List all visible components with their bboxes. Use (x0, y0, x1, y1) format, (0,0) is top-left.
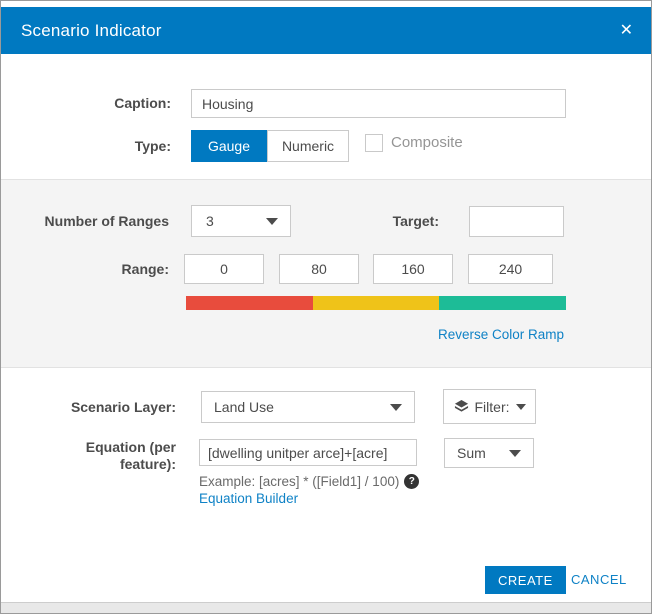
color-ramp (186, 296, 566, 310)
type-label: Type: (1, 130, 171, 162)
type-numeric-button[interactable]: Numeric (267, 130, 349, 162)
cancel-link[interactable]: CANCEL (571, 566, 627, 594)
reverse-color-ramp-link[interactable]: Reverse Color Ramp (438, 327, 564, 342)
chevron-down-icon (509, 450, 521, 457)
close-icon[interactable]: ✕ (620, 23, 633, 39)
create-button[interactable]: CREATE (485, 566, 566, 594)
filter-label: Filter: (475, 399, 510, 415)
caption-input[interactable] (191, 89, 566, 118)
range-input-4[interactable] (468, 254, 553, 284)
help-icon[interactable]: ? (404, 474, 419, 489)
chevron-down-icon (516, 404, 526, 410)
type-gauge-button[interactable]: Gauge (191, 130, 267, 162)
scenario-layer-label: Scenario Layer: (1, 391, 176, 423)
equation-example: Example: [acres] * ([Field1] / 100) ? (199, 474, 419, 489)
color-ramp-segment-yellow (313, 296, 440, 310)
layers-icon (454, 399, 469, 414)
equation-builder-link[interactable]: Equation Builder (199, 491, 298, 506)
equation-input[interactable] (199, 439, 417, 466)
chevron-down-icon (266, 218, 278, 225)
dialog-header: Scenario Indicator ✕ (1, 7, 651, 54)
target-label: Target: (339, 205, 439, 237)
scenario-layer-dropdown[interactable]: Land Use (201, 391, 415, 423)
ranges-panel: Number of Ranges 3 Target: Range: Revers… (1, 179, 651, 368)
number-of-ranges-label: Number of Ranges (1, 205, 169, 237)
composite-label: Composite (391, 134, 463, 152)
range-input-2[interactable] (279, 254, 359, 284)
dialog-title: Scenario Indicator (21, 21, 162, 41)
composite-checkbox[interactable] (365, 134, 383, 152)
color-ramp-segment-green (439, 296, 566, 310)
color-ramp-segment-red (186, 296, 313, 310)
number-of-ranges-value: 3 (206, 213, 214, 229)
chevron-down-icon (390, 404, 402, 411)
range-label: Range: (1, 254, 169, 284)
range-input-3[interactable] (373, 254, 453, 284)
scenario-layer-value: Land Use (214, 399, 274, 415)
aggregation-dropdown[interactable]: Sum (444, 438, 534, 468)
filter-button[interactable]: Filter: (443, 389, 536, 424)
target-input[interactable] (469, 206, 564, 237)
equation-label: Equation (per feature): (1, 439, 176, 473)
aggregation-value: Sum (457, 445, 486, 461)
scenario-indicator-dialog: Scenario Indicator ✕ Caption: Type: Gaug… (0, 0, 652, 614)
range-input-1[interactable] (184, 254, 264, 284)
number-of-ranges-dropdown[interactable]: 3 (191, 205, 291, 237)
caption-label: Caption: (1, 89, 171, 118)
dialog-footer-bar (1, 602, 651, 613)
